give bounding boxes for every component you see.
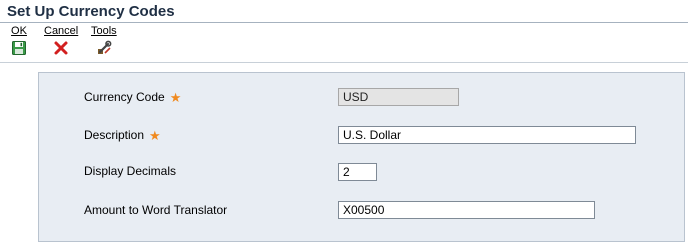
description-label: Description	[84, 128, 145, 142]
tools-button[interactable]: Tools	[91, 25, 117, 56]
toolbar: OK Cancel Tools	[0, 23, 688, 61]
title-bar: Set Up Currency Codes	[0, 0, 688, 24]
cancel-button-label: Cancel	[44, 25, 79, 37]
save-disk-icon	[12, 41, 26, 55]
currency-code-field[interactable]: USD	[338, 88, 459, 106]
ok-button[interactable]: OK	[11, 25, 27, 56]
display-decimals-field[interactable]: 2	[338, 163, 377, 181]
cancel-button[interactable]: Cancel	[44, 25, 78, 56]
page-title: Set Up Currency Codes	[7, 3, 175, 20]
required-star-icon: ★	[149, 128, 161, 143]
description-label-row: Description ★	[84, 127, 161, 143]
toolbar-divider	[0, 62, 688, 63]
display-decimals-label-row: Display Decimals	[84, 164, 176, 178]
currency-code-label: Currency Code	[84, 90, 165, 104]
ok-button-label: OK	[11, 25, 27, 37]
required-star-icon: ★	[169, 90, 182, 105]
currency-code-label-row: Currency Code ★	[84, 89, 181, 105]
display-decimals-label: Display Decimals	[84, 164, 177, 178]
tools-wrench-icon	[97, 40, 112, 54]
description-field[interactable]: U.S. Dollar	[338, 126, 636, 144]
amount-to-word-field[interactable]: X00500	[338, 201, 595, 219]
red-x-icon	[54, 41, 68, 55]
amount-to-word-label: Amount to Word Translator	[84, 203, 228, 217]
tools-button-label: Tools	[91, 25, 117, 37]
amount-to-word-label-row: Amount to Word Translator	[84, 203, 227, 217]
